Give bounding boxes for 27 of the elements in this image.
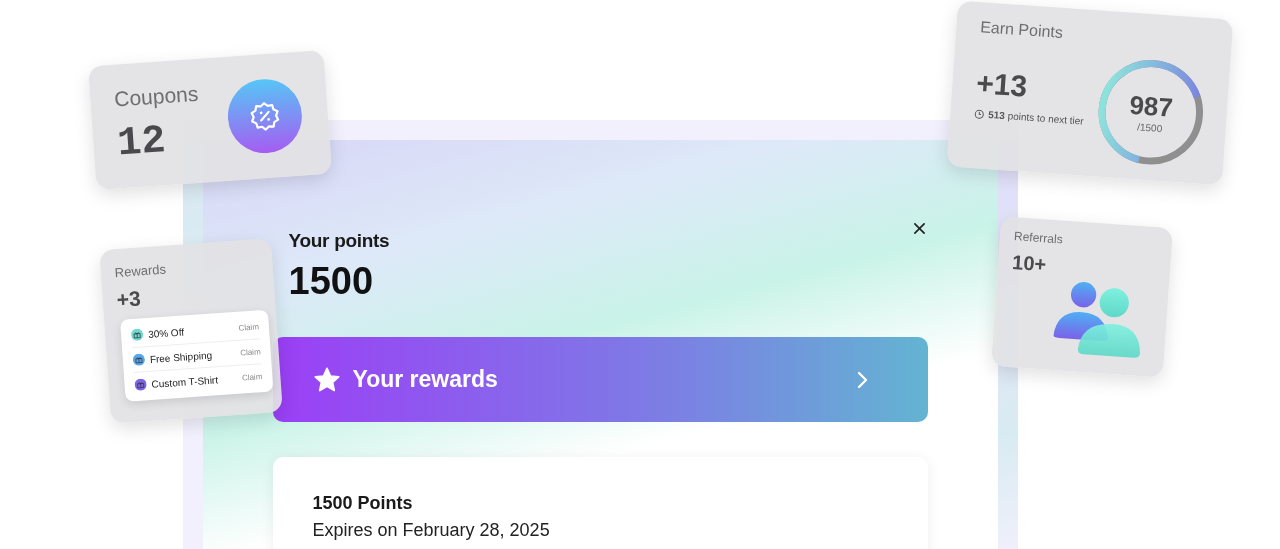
earn-points-title: Earn Points bbox=[979, 18, 1065, 43]
rewards-count: +3 bbox=[115, 285, 143, 313]
points-title: Your points bbox=[288, 230, 390, 252]
claim-link[interactable]: Claim bbox=[241, 371, 263, 383]
summary-heading: 1500 Points bbox=[312, 493, 414, 514]
next-tier-text: 513 points to next tier bbox=[987, 108, 1085, 127]
expiry-text: Expires on February 28, 2025 bbox=[312, 520, 551, 541]
coupons-title: Coupons bbox=[113, 81, 199, 112]
reward-name: Free Shipping bbox=[149, 348, 214, 365]
referrals-count: 10+ bbox=[1011, 251, 1048, 278]
reward-name: Custom T-Shirt bbox=[151, 372, 220, 390]
coupons-count: 12 bbox=[115, 116, 168, 166]
discount-badge-icon bbox=[225, 76, 305, 156]
rewards-button[interactable]: Your rewards bbox=[272, 337, 928, 422]
points-goal: /1500 bbox=[1136, 121, 1163, 135]
points-value: 1500 bbox=[288, 260, 375, 303]
claim-link[interactable]: Claim bbox=[238, 321, 260, 333]
reward-name: 30% Off bbox=[147, 325, 186, 340]
points-gain: +13 bbox=[975, 66, 1030, 105]
points-total: 987 bbox=[1128, 89, 1174, 123]
star-icon bbox=[312, 365, 341, 394]
referrals-title: Referrals bbox=[1013, 229, 1065, 249]
claim-link[interactable]: Claim bbox=[239, 346, 261, 358]
rewards-title: Rewards bbox=[114, 260, 168, 281]
clock-icon bbox=[973, 108, 985, 120]
chevron-right-icon bbox=[855, 369, 868, 390]
close-icon[interactable] bbox=[912, 222, 926, 235]
